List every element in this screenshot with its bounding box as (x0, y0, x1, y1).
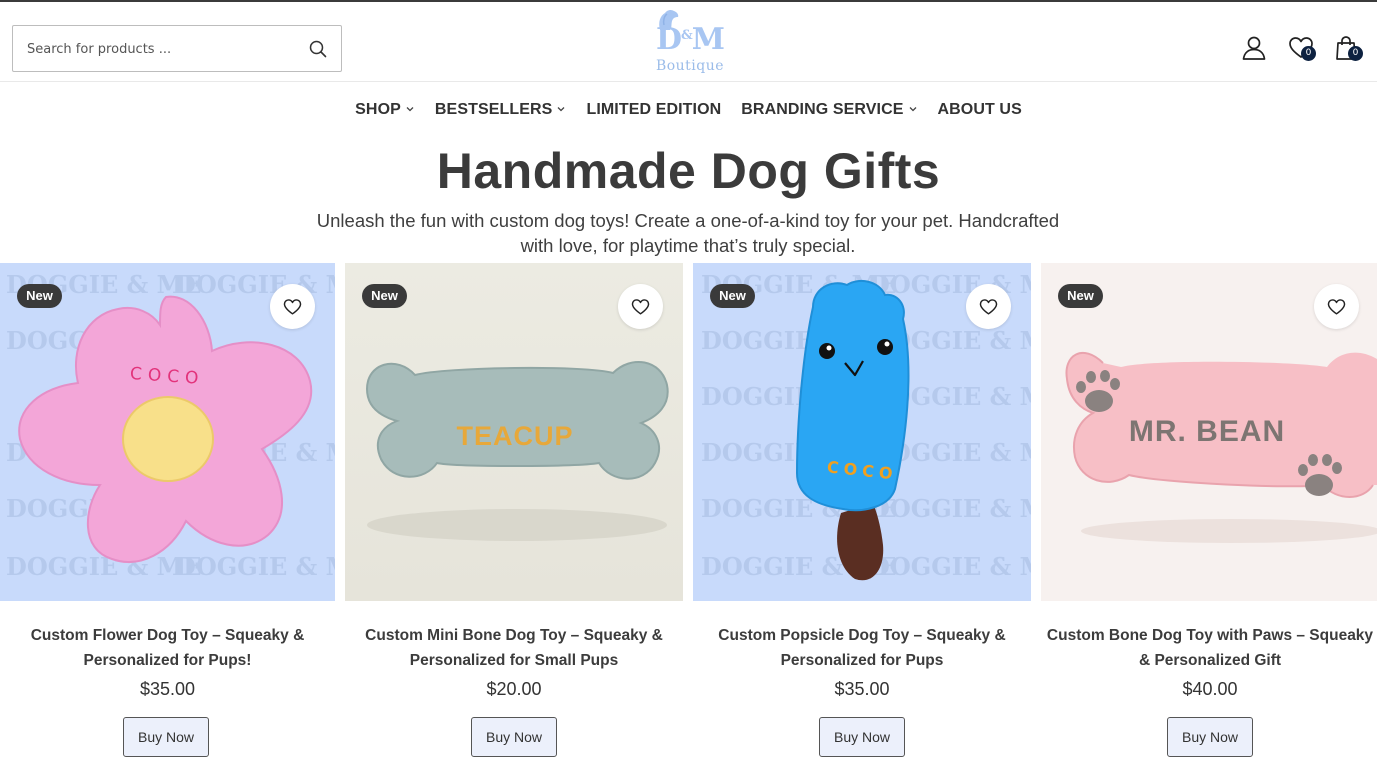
toy-personalization-text: MR. BEAN (1129, 415, 1285, 448)
new-badge: New (362, 284, 407, 308)
site-header: D&M Boutique 0 0 (0, 2, 1377, 82)
heart-icon (979, 299, 998, 315)
wishlist-button[interactable] (1314, 284, 1359, 329)
buy-now-button[interactable]: Buy Now (819, 717, 905, 757)
search-box[interactable] (12, 25, 342, 72)
cart-count-badge: 0 (1348, 46, 1363, 61)
nav-item-label: LIMITED EDITION (586, 101, 722, 118)
chevron-down-icon (909, 107, 916, 112)
product-title-line2: Personalized for Pups (780, 652, 944, 669)
nav-item-label: ABOUT US (937, 101, 1022, 118)
new-badge: New (710, 284, 755, 308)
heart-icon (631, 299, 650, 315)
product-image[interactable]: DOGGIE & ME DOGGIE & ME DOGGIE & ME DOGG… (0, 263, 335, 601)
page-subtitle-line2: with love, for playtime that’s truly spe… (520, 235, 856, 256)
buy-now-button[interactable]: Buy Now (471, 717, 557, 757)
nav-item-label: BRANDING SERVICE (741, 101, 904, 118)
product-image[interactable]: DOGGIE & ME DOGGIE & ME DOGGIE & ME DOGG… (693, 263, 1031, 601)
nav-item-label: SHOP (355, 101, 401, 118)
nav-item-about-us[interactable]: ABOUT US (938, 96, 1022, 124)
product-title-line1: Custom Bone Dog Toy with Paws – Squeaky (1046, 627, 1374, 644)
product-title[interactable]: Custom Popsicle Dog Toy – Squeaky & Pers… (693, 623, 1031, 673)
product-title-line2: Personalized for Pups! (83, 652, 252, 669)
buy-now-button[interactable]: Buy Now (1167, 717, 1253, 757)
nav-item-label: BESTSELLERS (434, 101, 553, 118)
product-title[interactable]: Custom Bone Dog Toy with Paws – Squeaky … (1041, 623, 1377, 673)
product-price: $40.00 (1182, 679, 1238, 699)
search-input[interactable] (27, 38, 297, 60)
watermark-text: DOGGIE & ME (175, 552, 335, 581)
page-title: Handmade Dog Gifts (436, 143, 941, 199)
buy-now-button[interactable]: Buy Now (123, 717, 209, 757)
watermark-text: DOGGIE & ME (869, 552, 1031, 581)
new-badge: New (17, 284, 62, 308)
product-title-line1: Custom Flower Dog Toy – Squeaky & (30, 627, 305, 644)
product-price: $35.00 (139, 679, 196, 699)
search-icon[interactable] (308, 39, 328, 59)
product-image[interactable]: TEACUP New (345, 263, 683, 601)
product-price: $20.00 (486, 679, 542, 699)
product-title[interactable]: Custom Flower Dog Toy – Squeaky & Person… (0, 623, 335, 673)
nav-item-branding-service[interactable]: BRANDING SERVICE (741, 96, 917, 124)
wishlist-button[interactable] (618, 284, 663, 329)
nav-item-bestsellers[interactable]: BESTSELLERS (435, 96, 567, 124)
product-title-line2: & Personalized Gift (1138, 652, 1282, 669)
product-title-line1: Custom Mini Bone Dog Toy – Squeaky & (365, 627, 663, 644)
heart-icon (283, 299, 302, 315)
watermark-text: DOGGIE & ME (869, 494, 1031, 523)
product-title[interactable]: Custom Mini Bone Dog Toy – Squeaky & Per… (345, 623, 683, 673)
wishlist-button[interactable] (270, 284, 315, 329)
product-title-line2: Personalized for Small Pups (409, 652, 619, 669)
chevron-down-icon (557, 107, 565, 112)
site-logo[interactable]: D&M Boutique (638, 8, 742, 78)
page-subtitle: Unleash the fun with custom dog toys! Cr… (288, 208, 1088, 258)
main-nav: SHOP BESTSELLERS LIMITED EDITION BRANDIN… (0, 96, 1377, 124)
nav-item-limited-edition[interactable]: LIMITED EDITION (586, 96, 721, 124)
user-icon[interactable] (1240, 34, 1268, 62)
product-price: $35.00 (834, 679, 890, 699)
logo-mark: D&M (656, 22, 725, 57)
product-image[interactable]: MR. BEAN New (1041, 263, 1377, 601)
wishlist-button[interactable] (966, 284, 1011, 329)
toy-personalization-text: TEACUP (456, 421, 573, 451)
nav-item-shop[interactable]: SHOP (355, 96, 415, 124)
heart-icon (1327, 299, 1346, 315)
page-subtitle-line1: Unleash the fun with custom dog toys! Cr… (316, 210, 1060, 231)
chevron-down-icon (406, 107, 414, 112)
wishlist-count-badge: 0 (1301, 46, 1316, 61)
product-title-line1: Custom Popsicle Dog Toy – Squeaky & (718, 627, 1006, 644)
logo-subtitle: Boutique (655, 58, 725, 74)
new-badge: New (1058, 284, 1103, 308)
